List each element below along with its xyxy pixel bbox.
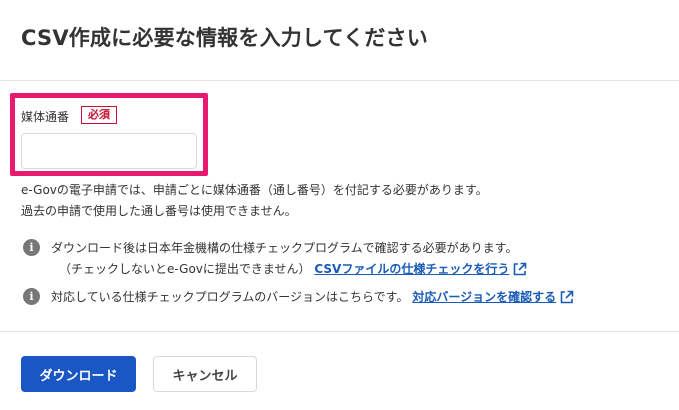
info-row-version: i 対応している仕様チェックプログラムのバージョンはこちらです。 対応バージョン…	[23, 287, 574, 308]
media-serial-input[interactable]	[21, 133, 197, 169]
external-link-icon	[560, 290, 574, 304]
cancel-button[interactable]: キャンセル	[153, 356, 257, 392]
footer-divider	[0, 331, 679, 332]
check-version-link[interactable]: 対応バージョンを確認する	[412, 287, 574, 308]
csv-dialog: CSV作成に必要な情報を入力してください 媒体通番 必須 e-Govの電子申請で…	[0, 0, 679, 410]
info-row-spec-check: i ダウンロード後は日本年金機構の仕様チェックプログラムで確認する必要があります…	[23, 238, 527, 280]
external-link-icon	[514, 262, 527, 276]
info-version-text: 対応している仕様チェックプログラムのバージョンはこちらです。	[51, 290, 409, 304]
spec-check-link-label: CSVファイルの仕様チェックを行う	[314, 262, 510, 276]
help-text-line-2: 過去の申請で使用した通し番号は使用できません。	[21, 204, 297, 218]
info-text-line-1: ダウンロード後は日本年金機構の仕様チェックプログラムで確認する必要があります。	[51, 241, 518, 255]
help-text-line-1: e-Govの電子申請では、申請ごとに媒体通番（通し番号）を付記する必要があります…	[21, 183, 488, 197]
media-serial-label: 媒体通番	[21, 110, 70, 124]
info-icon: i	[23, 288, 40, 305]
download-button[interactable]: ダウンロード	[21, 356, 136, 392]
info-text-line-2: （チェックしないとe-Govに提出できません）	[59, 262, 311, 276]
spec-check-link[interactable]: CSVファイルの仕様チェックを行う	[314, 259, 527, 280]
header-divider	[0, 80, 679, 81]
dialog-title: CSV作成に必要な情報を入力してください	[21, 26, 428, 50]
check-version-link-label: 対応バージョンを確認する	[412, 290, 557, 304]
required-badge: 必須	[81, 106, 117, 124]
info-icon: i	[23, 239, 40, 256]
